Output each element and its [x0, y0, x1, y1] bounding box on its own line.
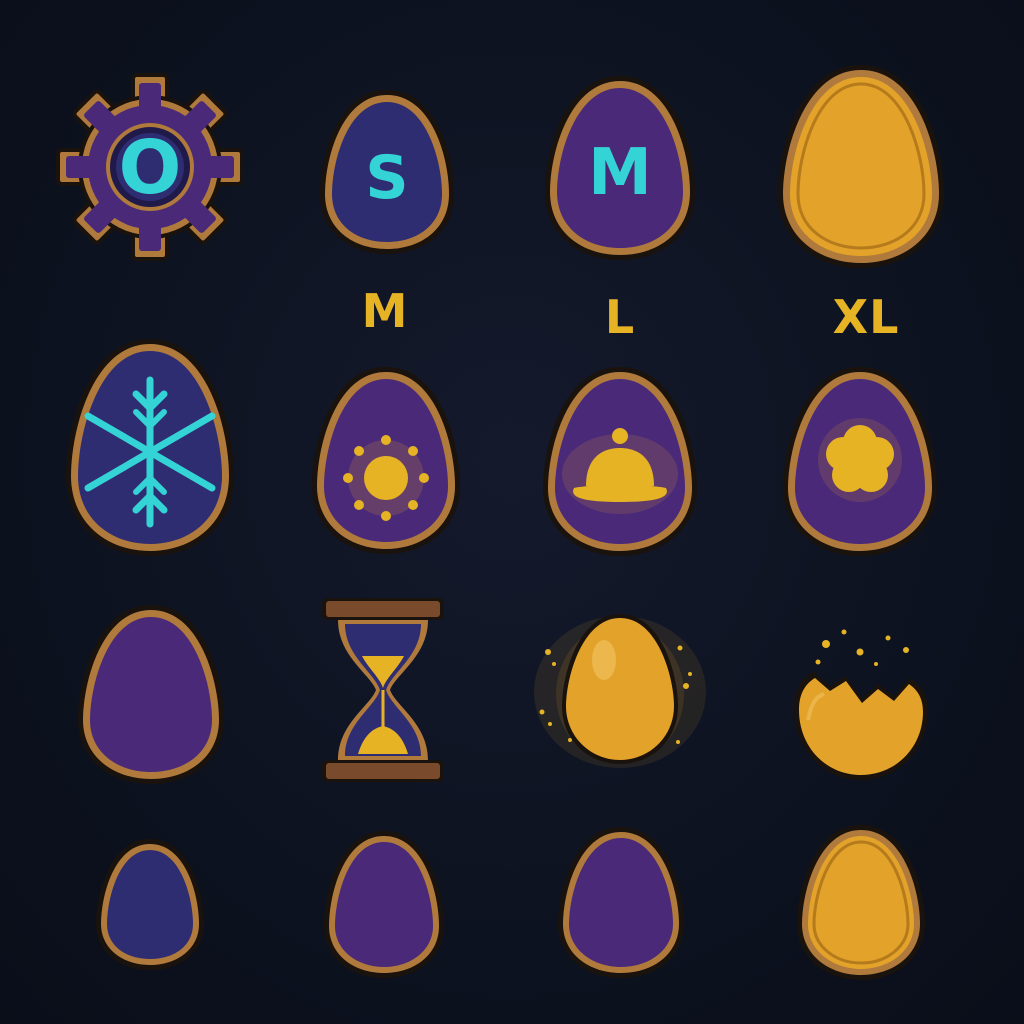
medium-purple-egg-icon — [558, 827, 684, 978]
golden-egg-card[interactable] — [776, 62, 946, 270]
plain-purple-egg-card[interactable] — [76, 602, 226, 786]
gear-icon: O — [56, 73, 244, 261]
egg-medium-card[interactable]: M — [543, 72, 697, 262]
small-golden-egg-icon — [797, 825, 925, 980]
flower-egg-icon — [783, 367, 937, 556]
small-purple-egg-card[interactable] — [322, 828, 446, 980]
hatched-egg-card[interactable] — [788, 624, 934, 784]
glowing-golden-egg-card[interactable] — [530, 612, 710, 770]
plain-purple-egg-icon — [78, 605, 224, 784]
flower-icon — [818, 418, 902, 502]
hourglass-timer[interactable] — [318, 594, 448, 786]
ice-egg-card[interactable] — [64, 336, 236, 558]
size-label-m: M — [361, 284, 409, 338]
small-blue-egg-card[interactable] — [94, 836, 206, 972]
shell-fragments — [815, 629, 909, 666]
small-blue-egg-icon — [96, 839, 204, 970]
gear-letter: O — [119, 125, 182, 211]
snowflake-egg-icon — [66, 339, 234, 556]
medium-purple-egg-card[interactable] — [556, 824, 686, 980]
egg-small-card[interactable]: S — [318, 86, 456, 256]
hourglass-icon — [322, 598, 444, 782]
dome-egg-card[interactable] — [541, 364, 699, 558]
sun-icon — [343, 435, 429, 521]
small-purple-egg-icon — [324, 831, 444, 978]
flower-egg-card[interactable] — [781, 364, 939, 558]
size-label-l: L — [604, 290, 636, 344]
hatched-egg-icon — [794, 629, 928, 780]
golden-egg-icon — [778, 65, 944, 268]
egg-s-icon: S — [320, 90, 454, 254]
egg-letter-m: M — [588, 136, 652, 210]
settings-gear-button[interactable]: O — [55, 72, 245, 262]
egg-m-icon: M — [545, 76, 695, 260]
egg-letter-s: S — [365, 143, 408, 213]
sun-egg-icon — [312, 367, 460, 554]
sun-egg-card[interactable] — [310, 364, 462, 556]
egg-icon-sheet: O S M M L XL — [0, 0, 1024, 1024]
small-golden-egg-card[interactable] — [795, 822, 927, 982]
size-label-xl: XL — [832, 290, 900, 344]
dome-egg-icon — [543, 367, 697, 556]
glowing-golden-egg-icon — [534, 614, 706, 768]
